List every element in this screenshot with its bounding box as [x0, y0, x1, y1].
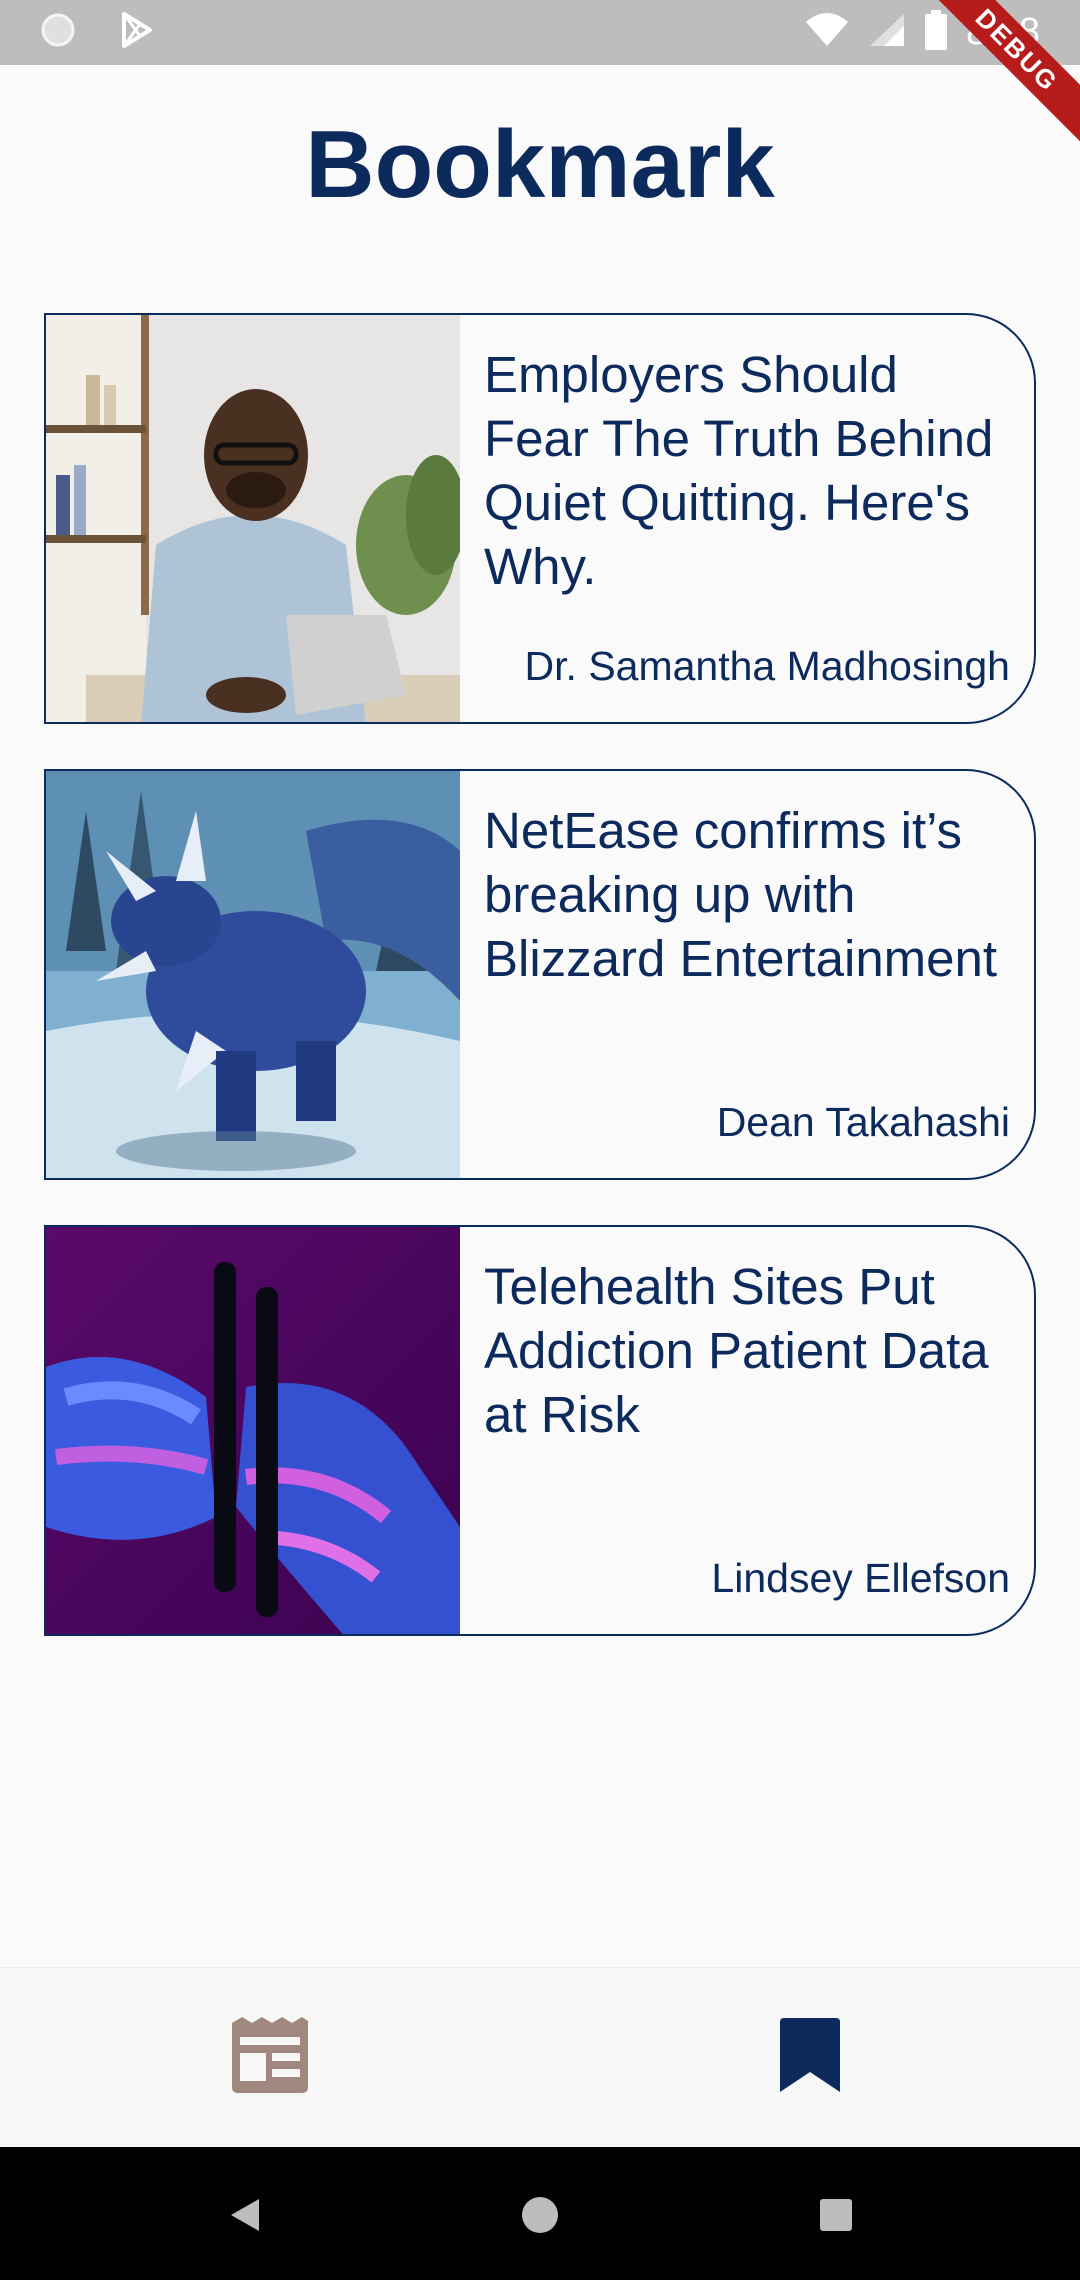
- article-author: Dean Takahashi: [716, 1099, 1010, 1145]
- back-triangle-icon: [225, 2195, 265, 2240]
- article-title: Employers Should Fear The Truth Behind Q…: [484, 346, 994, 595]
- bottom-navigation: [0, 1967, 1080, 2147]
- article-title: NetEase confirms it’s breaking up with B…: [484, 802, 998, 987]
- nav-bookmark-tab[interactable]: [750, 2002, 870, 2112]
- article-thumbnail: [46, 1227, 460, 1634]
- bookmark-list: Employers Should Fear The Truth Behind Q…: [44, 313, 1036, 1681]
- nav-news-tab[interactable]: [210, 2002, 330, 2112]
- article-author: Dr. Samantha Madhosingh: [524, 643, 1010, 689]
- screen: 8:38 DEBUG Bookmark: [0, 0, 1080, 2280]
- article-author: Lindsey Ellefson: [711, 1555, 1010, 1601]
- bookmark-icon: [780, 2017, 840, 2097]
- battery-icon: [924, 10, 948, 55]
- home-circle-icon: [520, 2195, 560, 2240]
- bookmark-card[interactable]: Telehealth Sites Put Addiction Patient D…: [44, 1225, 1036, 1636]
- play-store-icon: [116, 10, 156, 55]
- bookmark-card[interactable]: NetEase confirms it’s breaking up with B…: [44, 769, 1036, 1180]
- system-home-button[interactable]: [500, 2177, 580, 2257]
- status-bar: 8:38 DEBUG: [0, 0, 1080, 153]
- bookmark-card[interactable]: Employers Should Fear The Truth Behind Q…: [44, 313, 1036, 724]
- system-recents-button[interactable]: [796, 2177, 876, 2257]
- wifi-icon: [804, 12, 850, 53]
- article-thumbnail: [46, 315, 460, 722]
- signal-icon: [868, 12, 906, 53]
- page-title: Bookmark: [305, 111, 775, 218]
- notification-dot-icon: [40, 12, 76, 53]
- recents-square-icon: [816, 2195, 856, 2240]
- system-navigation-bar: [0, 2147, 1080, 2280]
- newspaper-icon: [228, 2016, 312, 2098]
- article-thumbnail: [46, 771, 460, 1178]
- article-title: Telehealth Sites Put Addiction Patient D…: [484, 1258, 989, 1443]
- system-back-button[interactable]: [205, 2177, 285, 2257]
